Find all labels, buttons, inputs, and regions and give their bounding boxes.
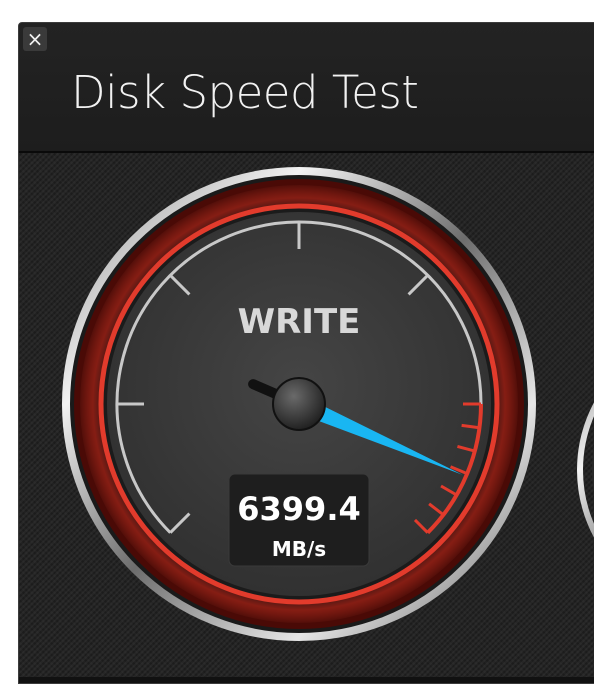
panel-bottom-divider xyxy=(19,677,594,683)
speed-unit: MB/s xyxy=(272,537,326,561)
needle-hub xyxy=(272,377,326,431)
gauge-label: WRITE xyxy=(238,302,361,342)
write-gauge: WRITE 6399.4 MB/s xyxy=(62,167,536,641)
speed-value: 6399.4 xyxy=(237,490,360,528)
gauge-layer: WRITE 6399.4 MB/s xyxy=(62,167,594,641)
second-gauge-rim xyxy=(577,402,594,538)
